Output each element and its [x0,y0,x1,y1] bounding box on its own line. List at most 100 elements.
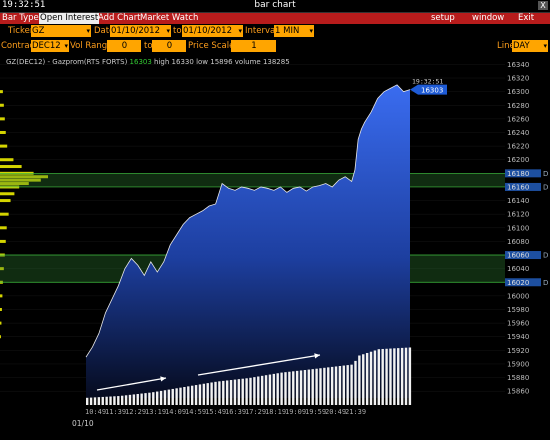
band-suffix-label: D [543,183,548,191]
last-price-label: 16303 [421,87,443,95]
price-tick-label: 16000 [507,292,529,300]
volume-bar [276,373,279,405]
price-chart[interactable]: 16340 16320 16300 16280 16260 16240 16220 16200… [0,55,550,440]
chevron-down-icon: ▾ [543,42,547,50]
menu-exit[interactable]: Exit [518,13,534,24]
time-tick-label: 21:39 [345,408,366,416]
volume-bar [362,354,365,405]
price-scale-field[interactable]: 1 [231,40,276,52]
vol-to-field[interactable]: 0 [152,40,186,52]
vol-from-field[interactable]: 0 [107,40,141,52]
time-tick-label: 15:49 [205,408,226,416]
price-tick-label: 15920 [507,347,529,355]
volume-bar [105,396,108,405]
volume-bar [97,397,101,405]
time-tick-label: 19:09 [285,408,306,416]
profile-bar [0,335,1,339]
price-tick-label: 15880 [507,374,529,382]
volume-bar [89,397,93,405]
high-label: high [154,58,170,66]
band-suffix-label: D [543,279,548,287]
time-tick-label: 11:39 [105,408,126,416]
volume-bar [202,383,206,405]
volume-bar [299,370,303,405]
date-from-value: 01/10/2012 [111,26,160,36]
volume-bar [400,347,404,405]
volume-bar [350,364,353,405]
volume-bar [179,387,182,405]
line-select[interactable]: DAY ▾ [512,40,548,52]
date-from-field[interactable]: 01/10/2012 ▾ [110,25,171,37]
low-value: 15896 [210,58,233,66]
band-suffix-label: D [543,252,548,260]
volume-bar [194,385,198,405]
volume-bar [206,383,209,405]
volume-bar [155,391,159,405]
volume-bar [303,370,307,405]
menu-setup[interactable]: setup [431,13,455,24]
volume-bar [307,369,311,405]
ticker-select[interactable]: GZ ▾ [31,25,91,37]
volume-bar [330,366,334,405]
menu-add-chart[interactable]: Add Chart [98,13,141,24]
date-axis-label: 01/10 [72,419,94,428]
last-time-label: 19:32:51 [412,78,443,86]
ticker-label: Ticker [8,26,34,36]
date-to-field[interactable]: 01/10/2012 ▾ [182,25,243,37]
volume-value: 138285 [262,58,290,66]
volume-bar [233,379,237,405]
volume-bar [389,348,392,405]
volume-bar [373,350,377,405]
vol-range-label: Vol Range [70,41,113,51]
volume-bar [144,393,147,405]
volume-bar [323,367,326,405]
time-tick-label: 14:59 [185,408,206,416]
time-tick-label: 12:29 [125,408,146,416]
menu-open-interest[interactable]: Open Interest [39,13,100,24]
price-tick-label: 16280 [507,102,529,110]
menu-bar: Bar Type Open Interest Add Chart Market … [0,13,550,24]
interval-select[interactable]: 1 MIN ▾ [274,25,314,37]
volume-bar [198,384,202,405]
volume-bar [404,347,408,405]
interval-label: Interval [245,26,278,36]
volume-bar [268,374,272,405]
volume-bar [295,370,299,405]
menu-window[interactable]: window [472,13,504,24]
volume-bar [140,393,143,405]
menu-market-watch[interactable]: Market Watch [140,13,198,24]
volume-bar [346,365,349,405]
price-tick-label: 16320 [507,75,529,83]
volume-bar [365,352,369,405]
volume-bar [381,348,384,405]
time-tick-label: 19:59 [305,408,326,416]
close-icon[interactable]: X [538,1,548,10]
title-bar: 19:32:51 bar chart X [0,0,550,13]
menu-bar-type[interactable]: Bar Type [2,13,39,24]
contract-select[interactable]: DEC12 ▾ [31,40,69,52]
profile-bar [0,90,3,94]
volume-bar [272,373,276,405]
volume-bar [222,380,225,405]
time-tick-label: 20:49 [325,408,346,416]
last-price-marker: 19:32:5116303 [410,78,447,95]
price-tick-label: 16220 [507,143,529,151]
volume-bar [148,392,151,405]
volume-bar [241,378,244,405]
volume-bar [171,388,174,405]
profile-bar [0,321,2,325]
params-row-1: Ticker GZ ▾ Date 01/10/2012 ▾ to 01/10/2… [0,25,550,40]
price-tick-label: 16080 [507,238,529,246]
price-scale-label: Price Scale [188,41,235,51]
line-value: DAY [513,41,530,51]
volume-bar [342,365,346,405]
contract-value: DEC12 [32,41,61,51]
chevron-down-icon: ▾ [64,42,68,50]
price-tick-label: 16200 [507,156,529,164]
volume-bar [260,375,264,405]
volume-bar [187,386,190,405]
volume-bar [280,372,283,405]
price-tick-label: 16040 [507,265,529,273]
volume-bar [225,380,229,405]
volume-bar [369,351,373,405]
